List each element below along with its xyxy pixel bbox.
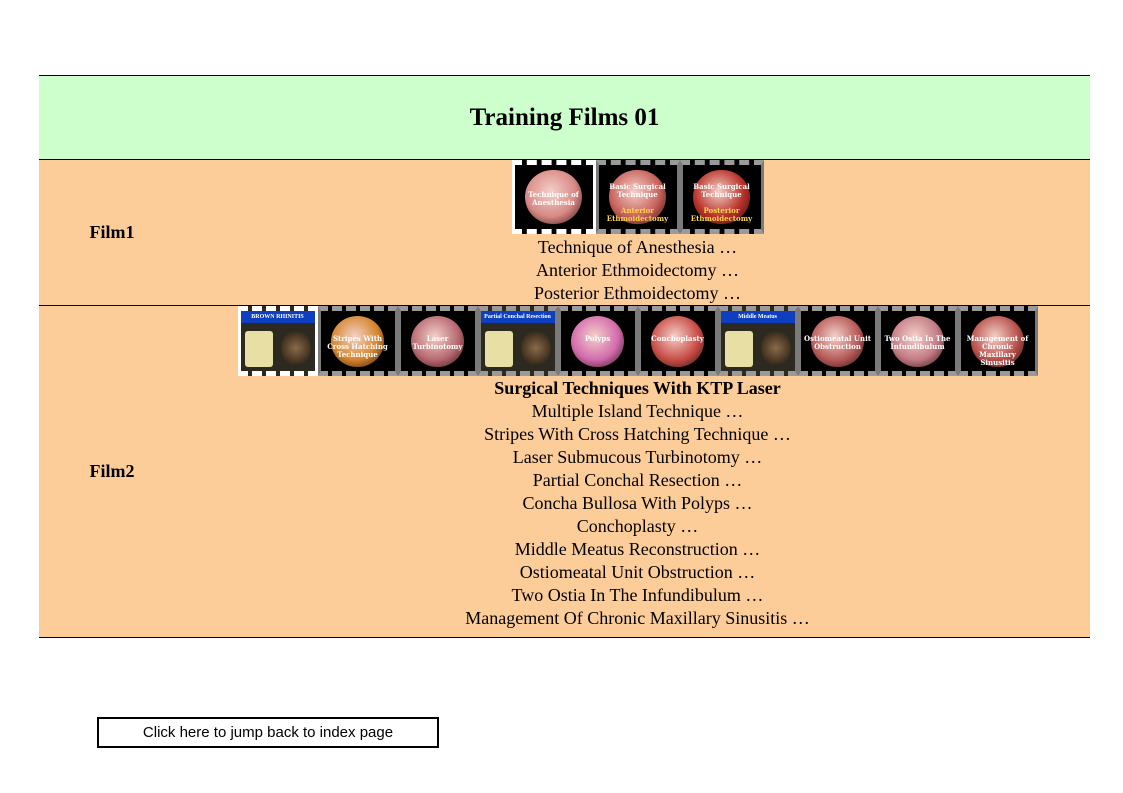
endoscopy-view-icon bbox=[280, 331, 311, 365]
film-title-link[interactable]: Management Of Chronic Maxillary Sinusiti… bbox=[185, 607, 1090, 630]
film2-thumbnail-strip: BROWN RHINITIS Stripes With Cross Hatchin… bbox=[185, 306, 1090, 376]
thumbnail-caption: Stripes With Cross Hatching Technique bbox=[327, 334, 388, 359]
thumbnail-caption: Technique of Anesthesia bbox=[528, 189, 579, 207]
film1-row: Film1 Technique of Anesthesia Basic Surgi… bbox=[39, 159, 1090, 306]
film-thumbnail[interactable]: Conchoplasty bbox=[637, 306, 718, 376]
film2-title-list: Surgical Techniques With KTP Laser Multi… bbox=[185, 377, 1090, 630]
film1-thumbnail-strip: Technique of Anesthesia Basic Surgical Te… bbox=[185, 160, 1090, 234]
film2-content: BROWN RHINITIS Stripes With Cross Hatchin… bbox=[185, 305, 1090, 638]
film2-subheading: Surgical Techniques With KTP Laser bbox=[494, 378, 781, 398]
film-title-link[interactable]: Anterior Ethmoidectomy … bbox=[185, 259, 1090, 282]
film-thumbnail[interactable]: Partial Conchal Resection bbox=[477, 306, 558, 376]
film-title-link[interactable]: Two Ostia In The Infundibulum … bbox=[185, 584, 1090, 607]
film-thumbnail[interactable]: Basic Surgical Technique Anterior Ethmoid… bbox=[595, 160, 680, 234]
thumbnail-title-bar: Middle Meatus bbox=[720, 311, 795, 323]
film-thumbnail[interactable]: BROWN RHINITIS bbox=[237, 306, 318, 376]
thumbnail-caption: Polyps bbox=[584, 334, 611, 343]
film2-label: Film2 bbox=[39, 305, 185, 638]
xray-icon bbox=[724, 331, 753, 367]
xray-icon bbox=[484, 331, 513, 367]
film-title-link[interactable]: Partial Conchal Resection … bbox=[185, 469, 1090, 492]
film-title-link[interactable]: Laser Submucous Turbinotomy … bbox=[185, 446, 1090, 469]
film-thumbnail[interactable]: Laser Turbinotomy bbox=[397, 306, 478, 376]
thumbnail-caption: Laser Turbinotomy bbox=[412, 334, 463, 351]
xray-icon bbox=[244, 331, 273, 367]
title-row: Training Films 01 bbox=[39, 75, 1090, 160]
thumbnail-caption: Management of Chronic Maxillary Sinusiti… bbox=[966, 334, 1029, 367]
film-title-link[interactable]: Ostiomeatal Unit Obstruction … bbox=[185, 561, 1090, 584]
film-title-link[interactable]: Stripes With Cross Hatching Technique … bbox=[185, 423, 1090, 446]
film1-content: Technique of Anesthesia Basic Surgical Te… bbox=[185, 159, 1090, 306]
film-title-link[interactable]: Multiple Island Technique … bbox=[185, 400, 1090, 423]
thumbnail-caption: Ostiomeatal Unit Obstruction bbox=[804, 334, 871, 351]
film-thumbnail[interactable]: Polyps bbox=[557, 306, 638, 376]
film-thumbnail[interactable]: Management of Chronic Maxillary Sinusiti… bbox=[957, 306, 1038, 376]
film-thumbnail[interactable]: Technique of Anesthesia bbox=[511, 160, 596, 234]
thumbnail-title-bar: BROWN RHINITIS bbox=[240, 311, 315, 323]
thumbnail-caption-bottom: Anterior Ethmoidectomy bbox=[606, 206, 669, 223]
film1-label: Film1 bbox=[39, 159, 185, 306]
back-to-index-button[interactable]: Click here to jump back to index page bbox=[97, 717, 439, 748]
thumbnail-caption: Two Ostia In The Infundibulum bbox=[884, 334, 951, 351]
endoscopy-view-icon bbox=[520, 331, 551, 365]
film-thumbnail[interactable]: Two Ostia In The Infundibulum bbox=[877, 306, 958, 376]
films-table: Training Films 01 Film1 Technique of Ane… bbox=[39, 75, 1090, 638]
film2-row: Film2 BROWN RHINITIS Stripes With Cross H… bbox=[39, 305, 1090, 638]
thumbnail-caption-top: Basic Surgical Technique bbox=[693, 182, 750, 199]
endoscopy-view-icon bbox=[760, 331, 791, 365]
film-thumbnail[interactable]: Ostiomeatal Unit Obstruction bbox=[797, 306, 878, 376]
thumbnail-caption: Conchoplasty bbox=[651, 334, 704, 343]
film-title-link[interactable]: Technique of Anesthesia … bbox=[185, 236, 1090, 259]
film-title-link[interactable]: Concha Bullosa With Polyps … bbox=[185, 492, 1090, 515]
film-title-link[interactable]: Middle Meatus Reconstruction … bbox=[185, 538, 1090, 561]
film-title-link[interactable]: Conchoplasty … bbox=[185, 515, 1090, 538]
thumbnail-title-bar: Partial Conchal Resection bbox=[480, 311, 555, 323]
page-title: Training Films 01 bbox=[39, 75, 1090, 160]
film-thumbnail[interactable]: Middle Meatus bbox=[717, 306, 798, 376]
film1-title-list: Technique of Anesthesia … Anterior Ethmoi… bbox=[185, 236, 1090, 305]
thumbnail-caption-bottom: Posterior Ethmoidectomy bbox=[690, 206, 753, 223]
film-title-link[interactable]: Posterior Ethmoidectomy … bbox=[185, 282, 1090, 305]
film-thumbnail[interactable]: Basic Surgical Technique Posterior Ethmoi… bbox=[679, 160, 764, 234]
thumbnail-caption-top: Basic Surgical Technique bbox=[609, 182, 666, 199]
film-thumbnail[interactable]: Stripes With Cross Hatching Technique bbox=[317, 306, 398, 376]
